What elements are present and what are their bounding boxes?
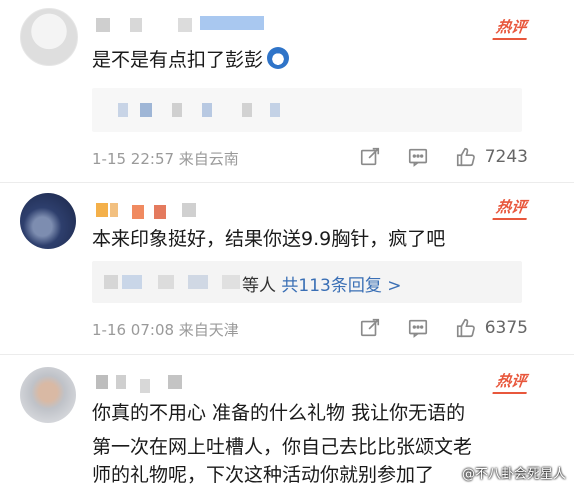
comment-1: 热评 是不是有点扣了彭彭 1-15 22:57 来自云南 7243	[0, 0, 574, 182]
comment-meta: 1-15 22:57 来自云南	[92, 150, 239, 168]
username-blurred[interactable]	[96, 375, 196, 393]
comment-text-line-3: 师的礼物呢，下次这种活动你就别参加了	[92, 464, 435, 486]
blurred-content-box	[92, 88, 522, 132]
comment-2: 热评 本来印象挺好，结果你送9.9胸针，疯了吧 等人 共113条回复 > 1-1…	[0, 183, 574, 353]
comment-actions: 6375	[359, 316, 528, 340]
hot-comment-badge: 热评	[492, 18, 530, 40]
replies-box[interactable]: 等人 共113条回复 >	[92, 261, 522, 303]
hot-comment-badge: 热评	[492, 372, 530, 394]
comment-text: 是不是有点扣了彭彭	[92, 46, 290, 74]
comment-text-content: 是不是有点扣了彭彭	[92, 49, 264, 71]
watermark: @不八卦会死星人	[461, 467, 566, 482]
comment-icon[interactable]	[407, 146, 429, 168]
avatar[interactable]	[20, 367, 76, 423]
username-blurred[interactable]	[96, 16, 266, 32]
comment-meta: 1-16 07:08 来自天津	[92, 321, 239, 339]
share-icon[interactable]	[359, 146, 381, 168]
avatar[interactable]	[20, 193, 76, 249]
view-replies-link[interactable]: 共113条回复 >	[281, 276, 401, 296]
comment-text-line-2: 第一次在网上吐槽人，你自己去比比张颂文老	[92, 436, 473, 458]
like-count: 6375	[484, 318, 528, 338]
comment-actions: 7243	[359, 145, 528, 169]
replies-summary[interactable]: 等人 共113条回复 >	[242, 271, 402, 296]
hot-comment-badge: 热评	[492, 198, 530, 220]
comment-text: 本来印象挺好，结果你送9.9胸针，疯了吧	[92, 228, 446, 250]
like-icon[interactable]	[455, 146, 477, 168]
doraemon-emoji-icon	[267, 47, 290, 69]
avatar[interactable]	[20, 8, 78, 66]
replies-suffix: 等人	[242, 276, 276, 296]
share-icon[interactable]	[359, 317, 381, 339]
comment-text-line-1: 你真的不用心 准备的什么礼物 我让你无语的	[92, 402, 466, 424]
like-icon[interactable]	[455, 317, 477, 339]
like-count: 7243	[484, 147, 528, 167]
username-blurred[interactable]	[96, 203, 206, 219]
comment-icon[interactable]	[407, 317, 429, 339]
